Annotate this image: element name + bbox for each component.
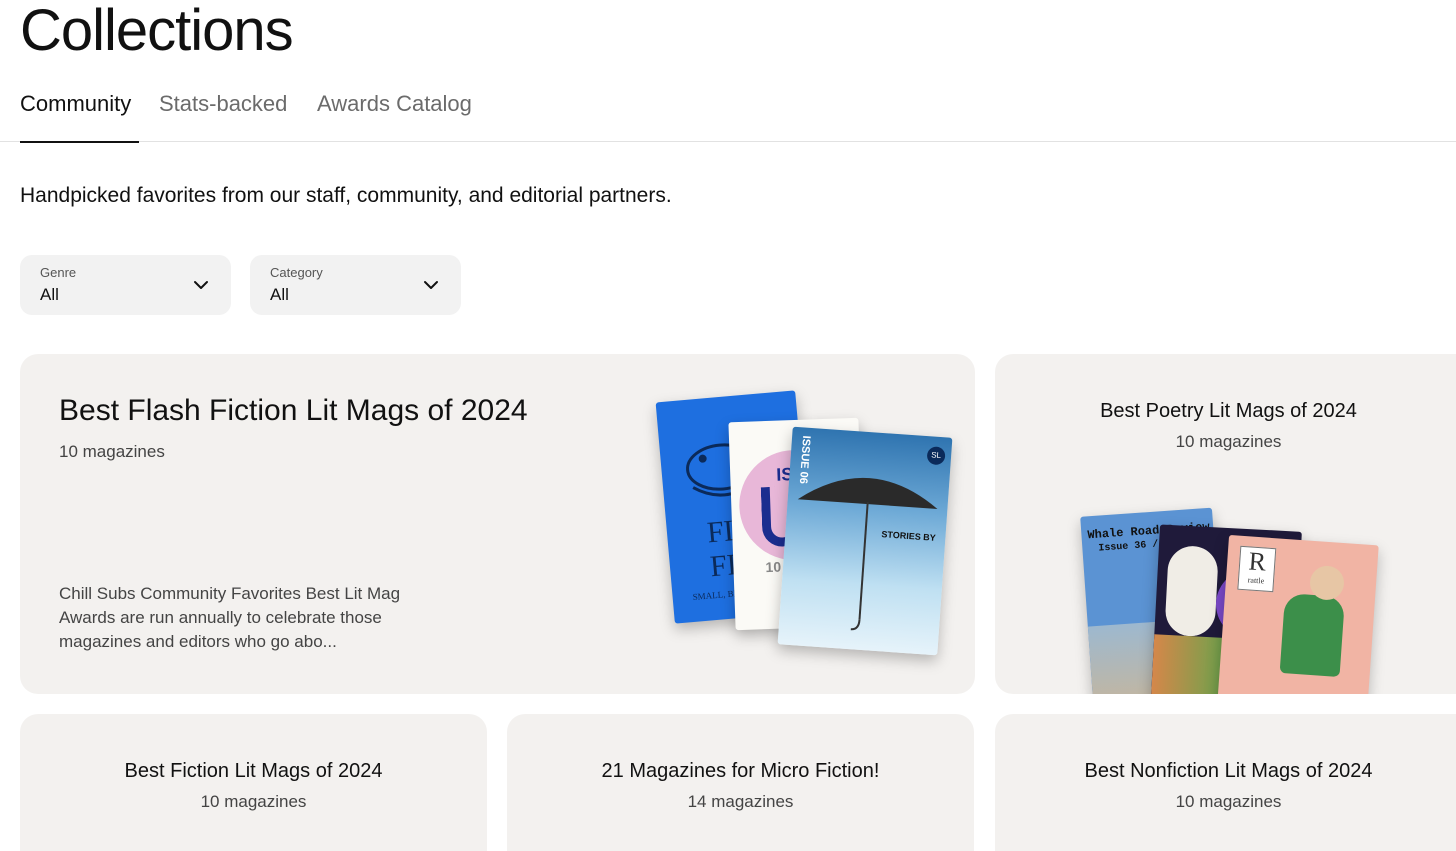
cover-rattle-name: rattle [1247,575,1265,586]
category-filter-value: All [270,285,289,304]
featured-collection-card[interactable]: Best Flash Fiction Lit Mags of 2024 10 m… [20,354,975,694]
cover-num-text: 10 [765,558,782,576]
card-count: 10 magazines [200,792,307,811]
chevron-down-icon [424,281,438,289]
featured-card-title: Best Flash Fiction Lit Mags of 2024 [59,394,528,427]
collection-tabs: Community Stats-backed Awards Catalog [0,72,1456,143]
collection-card-nonfiction[interactable]: Best Nonfiction Lit Mags of 2024 10 maga… [995,714,1456,851]
tab-stats-backed[interactable]: Stats-backed [159,72,287,142]
card-count: 10 magazines [1175,792,1282,811]
tab-community[interactable]: Community [20,72,139,143]
card-count: 14 magazines [687,792,794,811]
genre-filter-label: Genre [40,265,77,280]
cover-rattle-r: R [1247,546,1267,577]
cover-swirl-shape [1164,544,1219,638]
collection-card-poetry[interactable]: Best Poetry Lit Mags of 2024 10 magazine… [995,354,1456,694]
page-subtitle: Handpicked favorites from our staff, com… [20,184,672,207]
category-filter-label: Category [270,265,323,280]
featured-card-description: Chill Subs Community Favorites Best Lit … [59,584,401,651]
card-title: Best Fiction Lit Mags of 2024 [124,760,383,782]
magazine-cover-umbrella: ISSUE 06 SL STORIES BY [777,426,953,656]
card-title: 21 Magazines for Micro Fiction! [601,760,880,782]
collections-page: Collections Community Stats-backed Award… [0,0,1456,851]
chevron-down-icon [194,281,208,289]
card-title: Best Nonfiction Lit Mags of 2024 [1084,760,1373,782]
featured-card-count: 10 magazines [59,442,165,461]
collection-card-fiction[interactable]: Best Fiction Lit Mags of 2024 10 magazin… [20,714,487,851]
page-title: Collections [20,0,294,63]
card-count: 10 magazines [1175,432,1282,451]
cover-figure-shape [1279,593,1346,678]
cover-rattle-logo: R rattle [1237,545,1277,593]
genre-filter[interactable]: Genre All [20,255,231,315]
genre-filter-value: All [40,285,59,304]
card-title: Best Poetry Lit Mags of 2024 [1100,400,1357,422]
collection-card-micro-fiction[interactable]: 21 Magazines for Micro Fiction! 14 magaz… [507,714,974,851]
category-filter[interactable]: Category All [250,255,461,315]
tab-awards-catalog[interactable]: Awards Catalog [317,72,472,142]
magazine-cover-rattle: R rattle [1217,534,1379,694]
